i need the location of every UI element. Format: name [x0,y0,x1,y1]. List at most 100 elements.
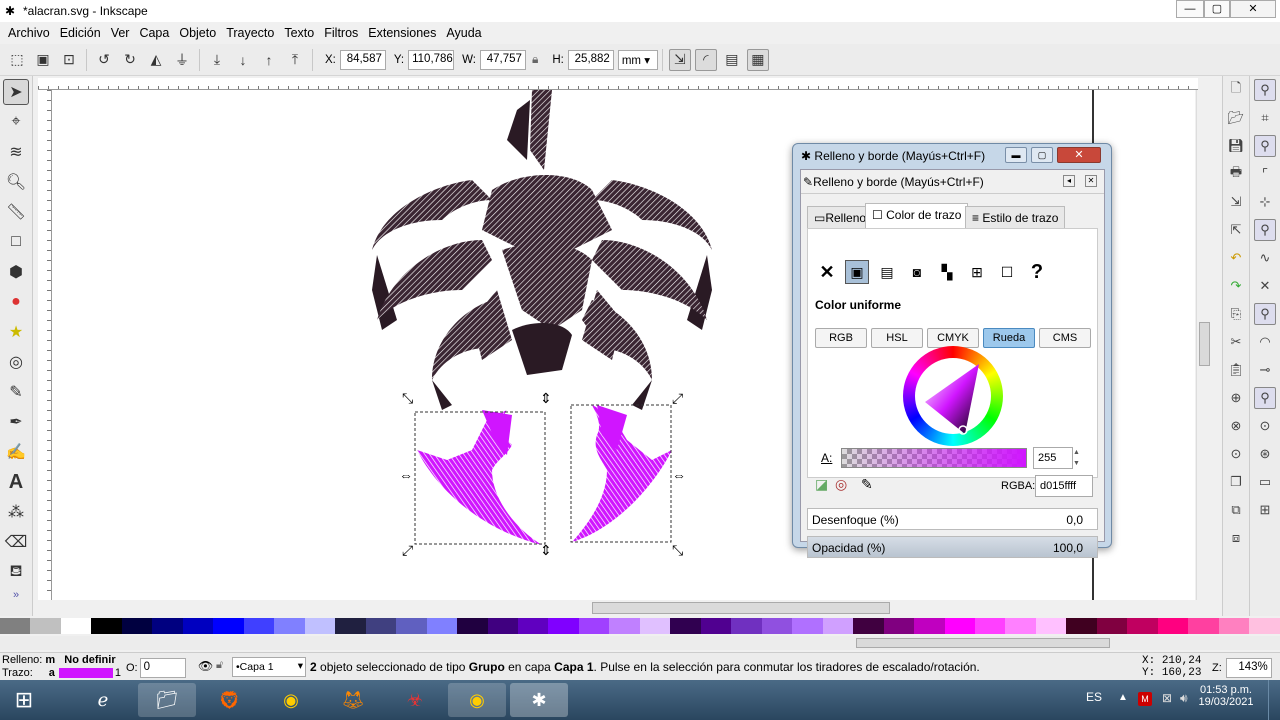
palette-swatch[interactable] [731,618,762,634]
more-tools-icon[interactable]: » [0,589,32,601]
menu-texto[interactable]: Texto [284,26,314,40]
zoom-drawing-icon[interactable]: ⊗ [1225,415,1247,437]
palette-swatch[interactable] [274,618,305,634]
snap-toggle-icon[interactable]: ⚲ [1254,79,1276,101]
out-of-gamut-icon[interactable]: ◎ [835,476,847,493]
network-tray-icon[interactable]: ⊠ [1162,691,1172,705]
raise-icon[interactable]: ↑ [258,49,280,71]
mesh-icon[interactable]: ▚ [935,260,959,284]
chrome-taskbar-icon[interactable]: ◉ [262,683,320,717]
palette-swatch[interactable] [487,618,518,634]
linear-gradient-icon[interactable]: ▤ [875,260,899,284]
palette-swatch[interactable] [1127,618,1158,634]
pencil-tool-icon[interactable]: ✎ [3,379,29,405]
menu-filtros[interactable]: Filtros [324,26,358,40]
blur-slider[interactable]: Desenfoque (%) 0,0 [807,508,1098,530]
new-document-icon[interactable]: 🗋 [1225,79,1247,101]
snap-bbox-icon[interactable]: ⌗ [1254,107,1276,129]
snap-bbox-edge-icon[interactable]: ⚲ [1254,135,1276,157]
snap-midpoint-icon[interactable]: ⊸ [1254,359,1276,381]
flip-vertical-icon[interactable]: ⏚ [171,49,193,71]
selector-tool-icon[interactable]: ➤ [3,79,29,105]
undo-icon[interactable]: ↶ [1225,247,1247,269]
explorer-taskbar-icon[interactable]: 📁︎ [138,683,196,717]
palette-swatch[interactable] [1005,618,1036,634]
snap-page-icon[interactable]: ▭ [1254,471,1276,493]
menu-edicion[interactable]: Edición [60,26,101,40]
import-icon[interactable]: ⇲ [1225,191,1247,213]
menu-archivo[interactable]: Archivo [8,26,50,40]
palette-swatch[interactable] [365,618,397,634]
zoom-page-icon[interactable]: ⊙ [1225,443,1247,465]
transform-gradients-icon[interactable]: ▤ [721,49,743,71]
color-triangle[interactable] [903,346,1003,446]
tray-expand-icon[interactable]: ▲ [1118,692,1128,703]
color-palette[interactable] [0,618,1280,634]
snap-grid-icon[interactable]: ⊞ [1254,499,1276,521]
palette-swatch[interactable] [396,618,427,634]
palette-scroll-thumb[interactable] [856,638,1110,648]
cut-icon[interactable]: ✂ [1225,331,1247,353]
save-icon[interactable]: 💾︎ [1225,135,1247,157]
show-desktop-button[interactable] [1268,680,1280,720]
menu-ver[interactable]: Ver [111,26,130,40]
rgba-field[interactable]: d015ffff [1035,475,1093,497]
alpha-spinner-icon[interactable]: ▲ ▼ [1073,447,1083,469]
pattern-icon[interactable]: ⊞ [965,260,989,284]
palette-swatch[interactable] [60,618,92,634]
scale-corners-icon[interactable]: ◜ [694,48,717,71]
snap-nodes-icon[interactable]: ⚲ [1254,219,1276,241]
spray-tool-icon[interactable]: ⁂ [3,499,29,525]
horizontal-scrollbar[interactable] [52,600,1195,616]
tab-fill[interactable]: ▭Relleno [807,206,874,228]
palette-swatch[interactable] [121,618,153,634]
clone-icon[interactable]: ⧉ [1225,499,1247,521]
spiral-tool-icon[interactable]: ◎ [3,349,29,375]
palette-swatch[interactable] [517,618,549,634]
swatch-icon[interactable]: ☐ [995,260,1019,284]
lower-to-bottom-icon[interactable]: ⤓ [206,49,228,71]
node-tool-icon[interactable]: ⌖ [3,109,29,135]
app-red-taskbar-icon[interactable]: ☣ [386,683,444,717]
menu-trayecto[interactable]: Trayecto [226,26,274,40]
vertical-scroll-thumb[interactable] [1199,322,1210,366]
rotate-cw-icon[interactable]: ↻ [119,49,141,71]
palette-swatch[interactable] [822,618,854,634]
alpha-slider[interactable] [841,448,1027,468]
menu-capa[interactable]: Capa [139,26,169,40]
flip-horizontal-icon[interactable]: ◭ [145,49,167,71]
lock-icon[interactable]: 🔒︎ [532,52,538,67]
palette-swatch[interactable] [426,618,458,634]
palette-swatch[interactable] [853,618,884,634]
vertical-scrollbar[interactable] [1196,90,1212,600]
paint-bucket-tool-icon[interactable]: ⛾ [3,559,29,585]
firefox-taskbar-icon[interactable]: 🦊︎ [324,683,382,717]
snap-path-icon[interactable]: ∿ [1254,247,1276,269]
palette-swatch[interactable] [304,618,336,634]
panel-iconify-icon[interactable]: ◂ [1063,175,1075,187]
copy-icon[interactable]: ⎘ [1225,303,1247,325]
mode-wheel-button[interactable]: Rueda [983,328,1035,348]
dialog-maximize-button[interactable]: ▢ [1031,147,1053,163]
palette-swatch[interactable] [1066,618,1097,634]
color-picker-icon[interactable]: ✎ [861,476,873,493]
tab-stroke-paint[interactable]: ☐ Color de trazo [865,203,969,229]
menu-objeto[interactable]: Objeto [179,26,216,40]
radial-gradient-icon[interactable]: ◙ [905,260,929,284]
palette-swatch[interactable] [243,618,275,634]
measure-tool-icon[interactable]: 📏︎ [3,199,29,225]
scale-stroke-icon[interactable]: ⇲ [668,48,691,71]
palette-swatch[interactable] [792,618,823,634]
paste-icon[interactable]: 📋︎ [1225,359,1247,381]
tweak-tool-icon[interactable]: ≋ [3,139,29,165]
zoom-tool-icon[interactable]: 🔍︎ [3,169,29,195]
ellipse-tool-icon[interactable]: ● [3,289,29,315]
mode-cms-button[interactable]: CMS [1039,328,1091,348]
volume-tray-icon[interactable]: 🔊︎ [1180,691,1188,706]
open-icon[interactable]: 📂︎ [1225,107,1247,129]
menu-extensiones[interactable]: Extensiones [368,26,436,40]
snap-bbox-midpoint-icon[interactable]: ⊹ [1254,191,1276,213]
palette-swatch[interactable] [457,618,488,634]
layer-lock-icon[interactable]: 🔓︎ [216,659,223,672]
ie-taskbar-icon[interactable]: ℯ [74,683,132,717]
